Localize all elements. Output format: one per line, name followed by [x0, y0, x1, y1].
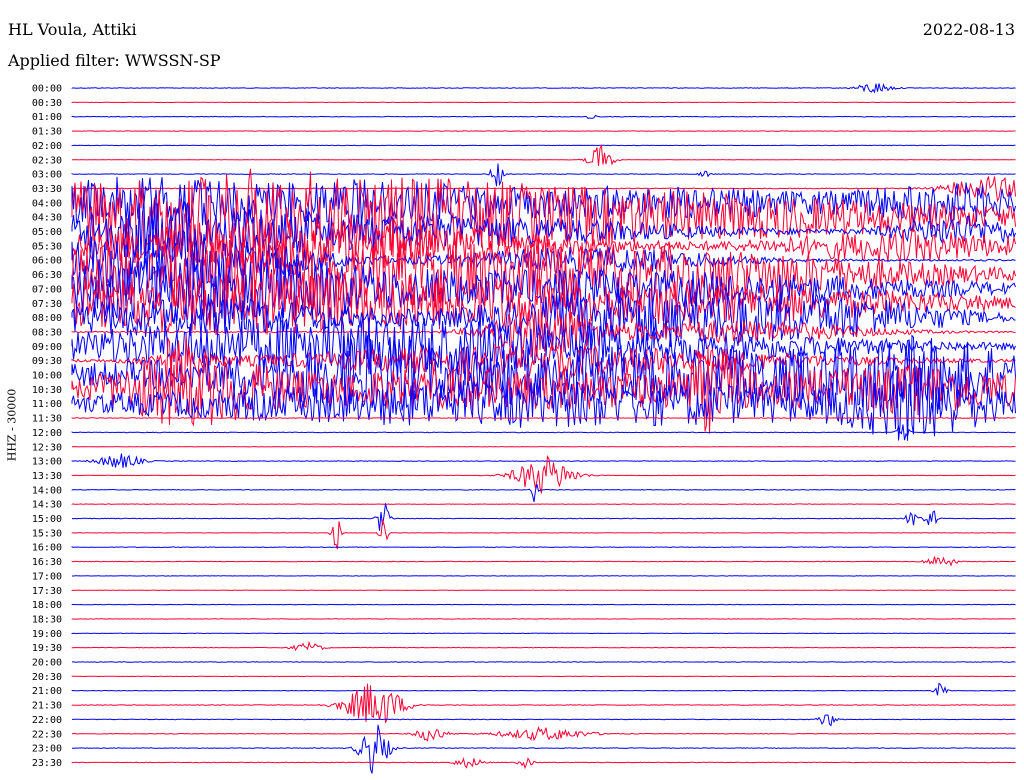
time-tick-label: 07:00	[32, 284, 62, 295]
time-tick-label: 05:00	[32, 227, 62, 238]
time-tick-label: 01:00	[32, 112, 62, 123]
trace-line	[71, 503, 1016, 505]
time-tick-label: 14:00	[32, 485, 62, 496]
time-tick-label: 20:30	[32, 672, 62, 683]
time-tick-label: 13:00	[32, 457, 62, 468]
time-tick-label: 12:00	[32, 428, 62, 439]
time-tick-label: 18:30	[32, 614, 62, 625]
trace-line	[71, 417, 1016, 419]
time-tick-label: 04:30	[32, 213, 62, 224]
trace-line	[71, 640, 1016, 652]
trace-line	[71, 556, 1016, 567]
time-tick-label: 21:30	[32, 701, 62, 712]
time-tick-label: 23:30	[32, 758, 62, 769]
time-tick-label: 15:30	[32, 528, 62, 539]
time-tick-label: 15:00	[32, 514, 62, 525]
time-tick-label: 19:00	[32, 629, 62, 640]
trace-line	[71, 546, 1016, 549]
trace-line	[71, 454, 1016, 494]
time-tick-label: 06:00	[32, 256, 62, 267]
time-tick-label: 14:30	[32, 500, 62, 511]
time-tick-label: 08:00	[32, 313, 62, 324]
time-tick-label: 03:30	[32, 184, 62, 195]
time-tick-label: 20:00	[32, 658, 62, 669]
time-tick-label: 17:00	[32, 571, 62, 582]
time-tick-label: 22:00	[32, 715, 62, 726]
trace-line	[71, 683, 1016, 723]
trace-line	[71, 756, 1016, 770]
time-tick-label: 06:30	[32, 270, 62, 281]
time-tick-label: 01:30	[32, 127, 62, 138]
time-tick-label: 16:00	[32, 543, 62, 554]
time-tick-label: 19:30	[32, 643, 62, 654]
time-tick-label: 21:00	[32, 686, 62, 697]
trace-line	[71, 503, 1016, 531]
time-tick-label: 10:00	[32, 371, 62, 382]
trace-line	[71, 682, 1016, 696]
time-tick-label: 02:30	[32, 155, 62, 166]
trace-line	[71, 518, 1016, 550]
time-tick-label: 11:30	[32, 414, 62, 425]
time-tick-label: 07:30	[32, 299, 62, 310]
seismogram-plot: 00:00 00:30 01:00 01:30 02:00 02:30 03:00 03:30…	[32, 83, 1016, 774]
time-tick-label: 05:30	[32, 241, 62, 252]
trace-line	[71, 144, 1016, 166]
time-tick-label: 08:30	[32, 327, 62, 338]
trace-line	[72, 714, 1016, 727]
trace-line	[71, 163, 1016, 187]
time-tick-label: 04:00	[32, 198, 62, 209]
time-tick-label: 18:00	[32, 600, 62, 611]
time-tick-label: 00:00	[32, 84, 62, 95]
time-tick-label: 11:00	[32, 399, 62, 410]
time-tick-label: 10:30	[32, 385, 62, 396]
time-tick-label: 16:30	[32, 557, 62, 568]
time-tick-label: 17:30	[32, 586, 62, 597]
trace-line	[71, 83, 1016, 94]
time-tick-label: 09:00	[32, 342, 62, 353]
trace-line	[71, 726, 1016, 742]
trace-line	[71, 453, 1016, 468]
time-tick-label: 09:30	[32, 356, 62, 367]
time-tick-label: 03:00	[32, 170, 62, 181]
time-tick-label: 13:30	[32, 471, 62, 482]
time-tick-label: 02:00	[32, 141, 62, 152]
time-tick-label: 22:30	[32, 729, 62, 740]
trace-line	[71, 114, 1016, 119]
trace-line	[71, 484, 1016, 503]
trace-line	[71, 424, 1016, 441]
time-tick-label: 00:30	[32, 98, 62, 109]
time-tick-label: 12:30	[32, 442, 62, 453]
trace-line	[71, 724, 1016, 774]
time-tick-label: 23:00	[32, 744, 62, 755]
